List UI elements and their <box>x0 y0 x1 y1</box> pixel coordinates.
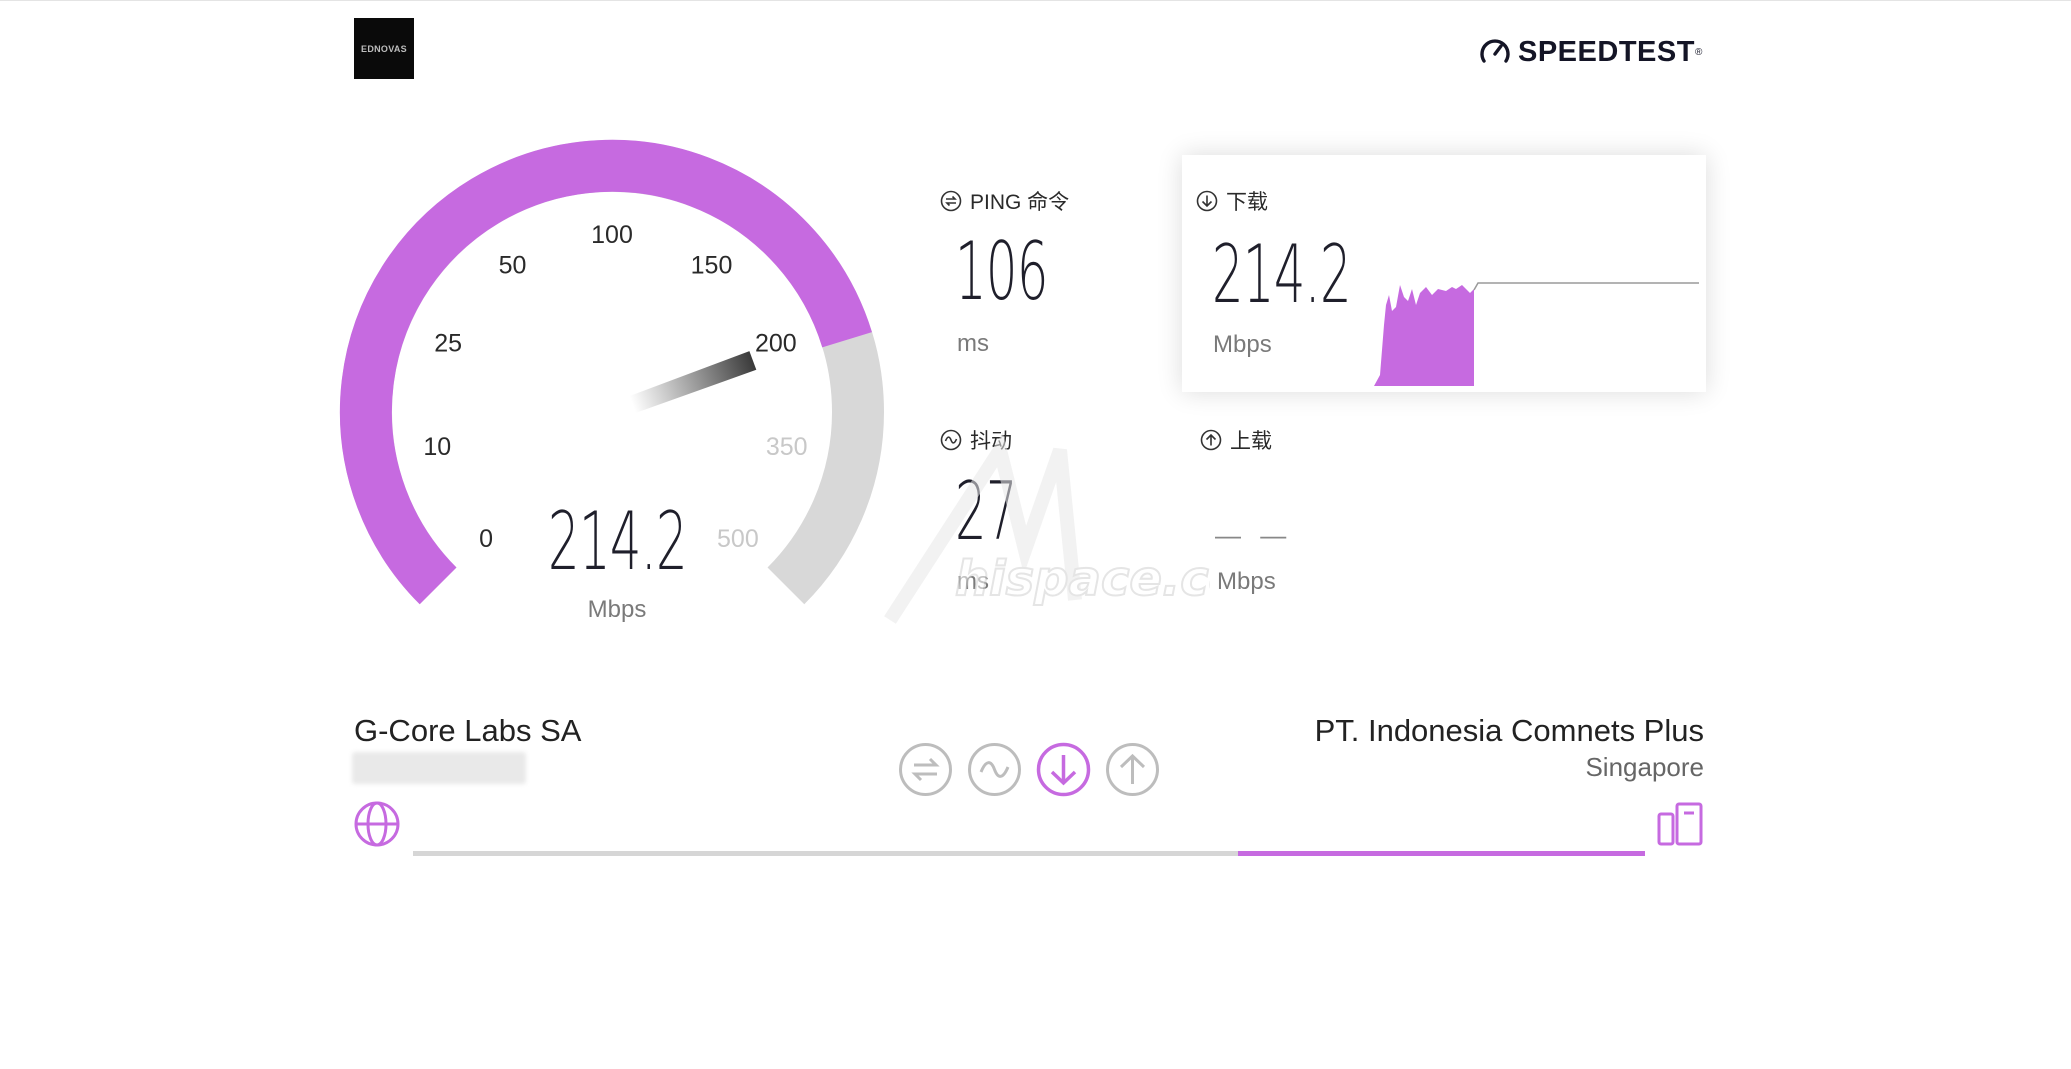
download-label: 下载 <box>1226 191 1268 214</box>
provider-logo: EDNOVAS <box>354 18 414 79</box>
jitter-label: 抖动 <box>970 430 1012 453</box>
watermark-text: hispace.cc <box>955 551 1210 607</box>
jitter-unit: ms <box>957 568 989 595</box>
download-value: 214.2 <box>1212 228 1352 321</box>
step-ping-icon[interactable] <box>898 742 953 797</box>
upload-unit: Mbps <box>1217 568 1276 595</box>
gauge-speed-value: 214.2 <box>548 495 688 588</box>
ip-address-redacted <box>352 752 526 784</box>
speedtest-brand[interactable]: SPEEDTEST ® <box>1478 30 1702 74</box>
provider-logo-text: EDNOVAS <box>361 43 407 54</box>
ping-label: PING 命令 <box>970 191 1070 214</box>
upload-icon <box>1200 429 1222 451</box>
test-progress-fill <box>1238 851 1645 856</box>
step-jitter-icon[interactable] <box>967 742 1022 797</box>
ping-value: 106 <box>955 225 1048 318</box>
gauge-tick-0: 0 <box>479 525 493 553</box>
server-location[interactable]: Singapore <box>1585 752 1704 783</box>
ping-icon <box>940 190 962 212</box>
gauge-tick-150: 150 <box>691 251 733 279</box>
server-name[interactable]: PT. Indonesia Comnets Plus <box>1315 713 1704 749</box>
gauge-icon <box>1480 39 1510 63</box>
gauge-tick-200: 200 <box>755 329 797 357</box>
jitter-value: 27 <box>955 465 1017 558</box>
brand-name: SPEEDTEST <box>1518 35 1695 68</box>
ping-unit: ms <box>957 330 989 357</box>
download-label-group: 下载 <box>1196 186 1268 216</box>
gauge-tick-10: 10 <box>423 433 451 461</box>
jitter-label-group: 抖动 <box>940 425 1012 455</box>
gauge-speed-unit: Mbps <box>587 596 647 623</box>
gauge-tick-50: 50 <box>499 251 527 279</box>
brand-trademark: ® <box>1694 46 1703 58</box>
upload-value: — — <box>1215 520 1293 550</box>
top-border <box>0 0 2071 1</box>
step-download-icon[interactable] <box>1036 742 1091 797</box>
download-graph <box>1374 282 1699 386</box>
gauge-tick-350: 350 <box>766 433 808 461</box>
upload-label-group: 上载 <box>1200 425 1272 455</box>
jitter-icon <box>940 429 962 451</box>
step-upload-icon[interactable] <box>1105 742 1160 797</box>
upload-label: 上载 <box>1230 430 1272 453</box>
server-icon[interactable] <box>1656 800 1704 848</box>
ping-label-group: PING 命令 <box>940 186 1069 216</box>
download-icon <box>1196 190 1218 212</box>
test-step-indicator <box>898 742 1174 797</box>
globe-icon[interactable] <box>353 800 401 848</box>
gauge-tick-100: 100 <box>591 221 633 249</box>
gauge-needle <box>629 351 757 413</box>
isp-name[interactable]: G-Core Labs SA <box>354 713 581 749</box>
gauge-tick-500: 500 <box>717 525 759 553</box>
gauge-tick-25: 25 <box>434 329 462 357</box>
download-unit: Mbps <box>1213 331 1272 358</box>
